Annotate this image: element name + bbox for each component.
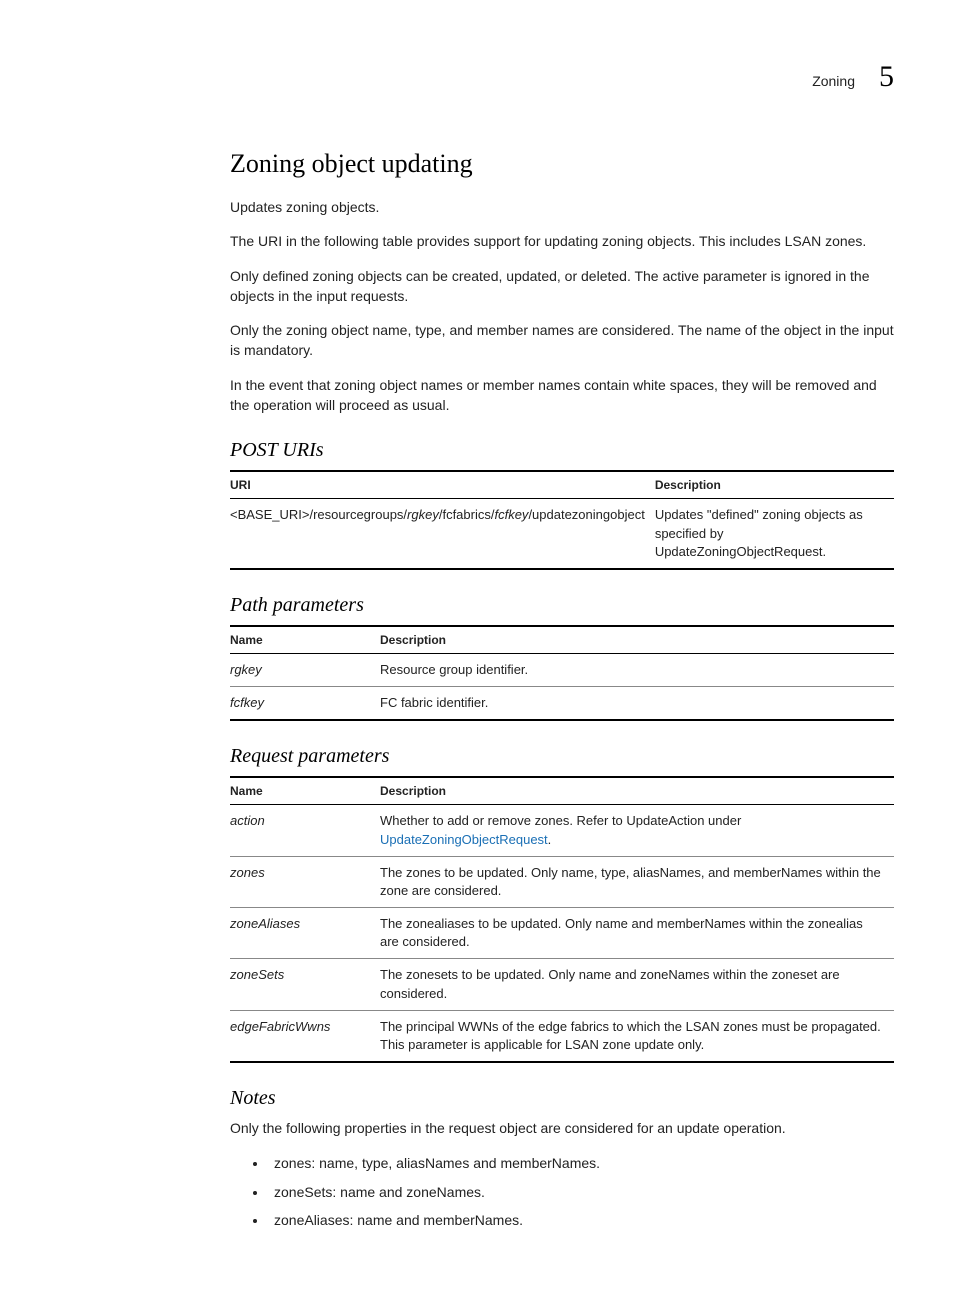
list-item: zoneSets: name and zoneNames. <box>268 1181 894 1203</box>
description-cell: Updates "defined" zoning objects as spec… <box>655 499 894 569</box>
table-row: zoneSets The zonesets to be updated. Onl… <box>230 959 894 1010</box>
section-heading-path-params: Path parameters <box>230 594 894 617</box>
param-name: action <box>230 805 380 856</box>
uri-param: rgkey <box>407 507 439 522</box>
paragraph: Only defined zoning objects can be creat… <box>230 266 894 307</box>
param-description: The zonesets to be updated. Only name an… <box>380 959 894 1010</box>
uri-cell: <BASE_URI>/resourcegroups/rgkey/fcfabric… <box>230 499 655 569</box>
uri-text: /updatezoningobject <box>528 507 644 522</box>
table-row: rgkey Resource group identifier. <box>230 653 894 686</box>
link-update-zoning-object-request[interactable]: UpdateZoningObjectRequest <box>380 832 548 847</box>
param-description: Resource group identifier. <box>380 653 894 686</box>
chapter-number: 5 <box>879 60 894 94</box>
list-item: zoneAliases: name and memberNames. <box>268 1209 894 1231</box>
list-item: zones: name, type, aliasNames and member… <box>268 1152 894 1174</box>
page: Zoning 5 Zoning object updating Updates … <box>0 0 954 1298</box>
param-description: The zonealiases to be updated. Only name… <box>380 908 894 959</box>
param-name: edgeFabricWwns <box>230 1010 380 1062</box>
notes-intro: Only the following properties in the req… <box>230 1118 894 1138</box>
paragraph: The URI in the following table provides … <box>230 231 894 251</box>
table-header-description: Description <box>380 777 894 805</box>
section-heading-post-uris: POST URIs <box>230 439 894 462</box>
content-area: Zoning object updating Updates zoning ob… <box>230 149 894 1232</box>
desc-text: . <box>548 832 552 847</box>
uri-param: fcfkey <box>494 507 528 522</box>
post-uris-table: URI Description <BASE_URI>/resourcegroup… <box>230 470 894 570</box>
notes-list: zones: name, type, aliasNames and member… <box>230 1152 894 1231</box>
uri-text: <BASE_URI>/resourcegroups/ <box>230 507 407 522</box>
section-heading-request-params: Request parameters <box>230 745 894 768</box>
param-description: Whether to add or remove zones. Refer to… <box>380 805 894 856</box>
table-row: <BASE_URI>/resourcegroups/rgkey/fcfabric… <box>230 499 894 569</box>
page-header: Zoning 5 <box>60 60 894 94</box>
table-header-name: Name <box>230 777 380 805</box>
table-header-uri: URI <box>230 471 655 499</box>
param-name: rgkey <box>230 653 380 686</box>
desc-text: Whether to add or remove zones. Refer to… <box>380 813 741 828</box>
param-name: fcfkey <box>230 687 380 721</box>
section-label: Zoning <box>812 73 855 89</box>
param-description: The principal WWNs of the edge fabrics t… <box>380 1010 894 1062</box>
paragraph: Only the zoning object name, type, and m… <box>230 320 894 361</box>
path-params-table: Name Description rgkey Resource group id… <box>230 625 894 721</box>
param-name: zoneSets <box>230 959 380 1010</box>
table-row: edgeFabricWwns The principal WWNs of the… <box>230 1010 894 1062</box>
uri-text: /fcfabrics/ <box>439 507 495 522</box>
paragraph: Updates zoning objects. <box>230 197 894 217</box>
paragraph: In the event that zoning object names or… <box>230 375 894 416</box>
param-name: zones <box>230 856 380 907</box>
request-params-table: Name Description action Whether to add o… <box>230 776 894 1063</box>
section-heading-notes: Notes <box>230 1087 894 1110</box>
table-row: fcfkey FC fabric identifier. <box>230 687 894 721</box>
table-row: zoneAliases The zonealiases to be update… <box>230 908 894 959</box>
param-name: zoneAliases <box>230 908 380 959</box>
table-header-description: Description <box>380 626 894 654</box>
param-description: The zones to be updated. Only name, type… <box>380 856 894 907</box>
param-description: FC fabric identifier. <box>380 687 894 721</box>
table-header-description: Description <box>655 471 894 499</box>
table-row: action Whether to add or remove zones. R… <box>230 805 894 856</box>
table-row: zones The zones to be updated. Only name… <box>230 856 894 907</box>
page-title: Zoning object updating <box>230 149 894 179</box>
table-header-name: Name <box>230 626 380 654</box>
